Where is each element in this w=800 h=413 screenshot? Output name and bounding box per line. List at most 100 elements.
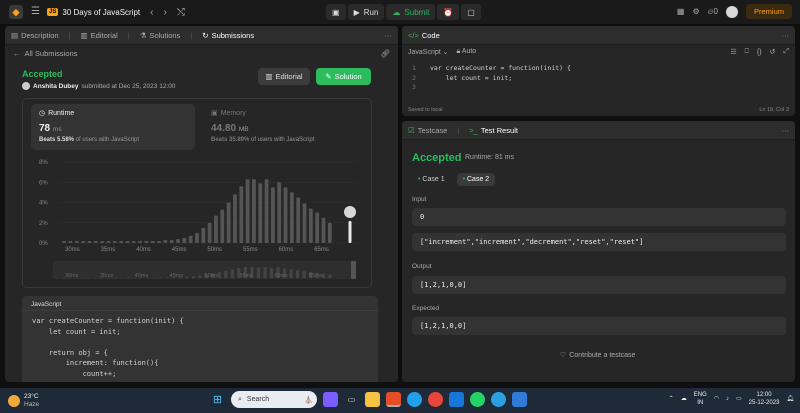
share-link-icon[interactable]: 🔗︎	[380, 49, 390, 58]
settings-icon[interactable]: ⚙	[692, 7, 699, 16]
premium-button[interactable]: Premium	[745, 4, 792, 19]
code-editor[interactable]: 1 2 3 var createCounter = function(init)…	[402, 59, 795, 93]
more-options-icon[interactable]: ⋯	[782, 126, 790, 135]
file-explorer-icon[interactable]	[365, 392, 380, 407]
submit-button[interactable]: ☁ Submit	[386, 4, 436, 20]
book-icon: ▥	[265, 72, 273, 81]
tab-label: Test Result	[480, 125, 518, 135]
expected-label: Expected	[412, 305, 440, 312]
notification-bell-icon[interactable]: 🔔︎	[786, 396, 794, 404]
teams-icon[interactable]	[449, 392, 464, 407]
auto-toggle[interactable]: 🔒︎ Auto	[457, 48, 477, 56]
x-tick-label: 55ms	[243, 247, 258, 253]
problem-list-icon[interactable]: ☰	[31, 6, 43, 18]
run-button[interactable]: ▶ Run	[347, 4, 385, 20]
overview-tick-label: 60ms	[274, 273, 288, 279]
language-select[interactable]: JavaScript ⌄	[408, 48, 449, 56]
overview-bar	[217, 272, 221, 278]
more-options-icon[interactable]: ⋯	[782, 31, 790, 40]
timer-button[interactable]: ⏰	[437, 4, 460, 20]
onedrive-icon[interactable]: ☁	[681, 396, 687, 404]
overview-tick-label: 40ms	[135, 273, 149, 279]
whatsapp-icon[interactable]	[470, 392, 485, 407]
tab-label: Testcase	[417, 125, 448, 135]
submit-label: Submit	[404, 7, 430, 17]
tab-testcase[interactable]: ☑ Testcase	[408, 126, 447, 135]
vscode-icon[interactable]	[512, 392, 527, 407]
streak-fire-icon[interactable]: 🔥︎0	[708, 7, 718, 17]
volume-icon[interactable]: ♪	[726, 396, 729, 404]
runtime-distribution-chart[interactable]: 8% 6% 4% 2% 0% 30ms 35ms 40ms 45ms 50ms 55ms 60ms 65…	[33, 157, 368, 285]
notes-button[interactable]: ▢	[461, 4, 481, 20]
task-view-icon[interactable]: ▭	[344, 392, 359, 407]
tab-label: Submissions	[211, 30, 255, 40]
bookmark-icon[interactable]: ⎕	[745, 48, 749, 56]
chart-bar	[68, 240, 73, 243]
overview-bar	[302, 271, 306, 278]
tab-case-2[interactable]: • Case 2	[456, 173, 496, 186]
chart-bar	[138, 240, 142, 243]
cloud-upload-icon: ☁	[392, 7, 401, 17]
contribute-label: Contribute a testcase	[569, 351, 636, 359]
tab-case-1[interactable]: • Case 1	[412, 173, 451, 186]
user-avatar[interactable]	[725, 5, 738, 18]
tab-code[interactable]: </> Code	[408, 31, 440, 40]
next-problem-icon[interactable]: ›	[164, 7, 167, 18]
reset-icon[interactable]: ↺	[770, 48, 776, 56]
x-tick-label: 30ms	[65, 247, 80, 253]
checkbox-icon: ☑	[408, 125, 415, 135]
shuffle-icon[interactable]: ⤭	[177, 7, 185, 18]
taskbar-search[interactable]: ⌕ Search ⛪	[231, 391, 317, 408]
runtime-unit: ms	[52, 126, 62, 133]
leetcode-logo[interactable]: ◆	[9, 5, 23, 19]
chart-bar	[176, 238, 180, 243]
copilot-icon[interactable]	[323, 392, 338, 407]
overview-bar	[94, 277, 98, 279]
format-icon[interactable]: ☰	[730, 48, 736, 56]
clock[interactable]: 12:00 25-12-2023	[749, 392, 780, 407]
author-name[interactable]: Anshita Dubey	[33, 83, 79, 90]
tray-chevron-icon[interactable]: ⌃	[669, 396, 674, 404]
expand-icon[interactable]: ⤢	[783, 48, 789, 56]
result-status: Accepted	[412, 152, 462, 164]
telegram-icon[interactable]	[491, 392, 506, 407]
tab-description[interactable]: ▤ Description	[11, 31, 59, 40]
language-label: JavaScript	[408, 49, 441, 56]
chart-bar	[144, 240, 149, 243]
overview-bar	[113, 277, 117, 279]
more-options-icon[interactable]: ⋯	[385, 31, 393, 40]
memory-unit: MB	[238, 126, 249, 133]
windows-start-icon[interactable]: ⊞	[210, 392, 225, 407]
chrome-icon[interactable]	[428, 392, 443, 407]
highlight-bar	[348, 221, 352, 243]
braces-icon[interactable]: {}	[757, 49, 762, 56]
submission-author: Anshita Dubey submitted at Dec 25, 2023 …	[22, 82, 175, 90]
all-submissions-link[interactable]: ← All Submissions 🔗︎	[5, 45, 398, 62]
debug-icon: ▣	[332, 7, 340, 17]
contribute-testcase-link[interactable]: ♡ Contribute a testcase	[560, 351, 636, 360]
layout-icon[interactable]: ▦	[677, 7, 685, 16]
submitted-code[interactable]: var createCounter = function(init) { let…	[22, 311, 378, 382]
editorial-button[interactable]: ▥ Editorial	[258, 68, 310, 85]
tab-solutions[interactable]: ⚗ Solutions	[140, 31, 181, 40]
tab-editorial[interactable]: ▥ Editorial	[81, 31, 118, 40]
wifi-icon[interactable]: ◠	[714, 396, 719, 404]
brave-browser-icon[interactable]	[386, 392, 401, 407]
battery-icon[interactable]: ▭	[736, 396, 742, 404]
prev-problem-icon[interactable]: ‹	[150, 7, 153, 18]
tab-submissions[interactable]: ↻ Submissions	[202, 31, 254, 40]
study-plan-title[interactable]: 30 Days of JavaScript	[62, 8, 140, 17]
overview-bar	[81, 277, 85, 279]
post-solution-button[interactable]: ✎ Solution	[316, 68, 371, 85]
tab-test-result[interactable]: >_ Test Result	[469, 126, 518, 135]
chart-bar	[226, 202, 231, 243]
tab-label: Solutions	[149, 30, 181, 40]
debug-button[interactable]: ▣	[326, 4, 346, 20]
weather-widget[interactable]: 23°C Haze	[8, 393, 39, 409]
history-icon: ↻	[202, 30, 209, 40]
runtime-card[interactable]: ◷ Runtime 78 ms Beats 5.58% of users with…	[31, 104, 195, 150]
memory-card[interactable]: ▣ Memory 44.80 MB Beats 35.89% of users w…	[203, 104, 363, 150]
edge-icon[interactable]	[407, 392, 422, 407]
language-indicator[interactable]: ENG IN	[694, 392, 707, 407]
terminal-icon: >_	[469, 125, 478, 135]
